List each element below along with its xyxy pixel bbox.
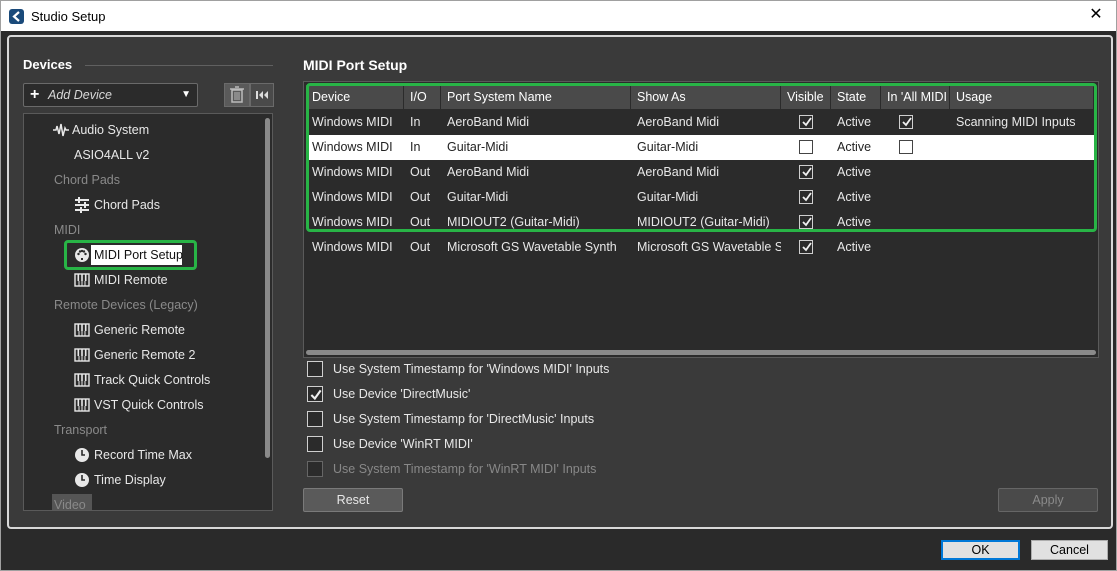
reset-button[interactable]: Reset — [303, 488, 403, 512]
tree-item-label: ASIO4ALL v2 — [74, 148, 150, 162]
devices-divider — [85, 65, 273, 66]
table-hscrollbar[interactable] — [306, 350, 1096, 355]
cell-device: Windows MIDI — [312, 240, 393, 254]
checkbox[interactable] — [307, 411, 323, 427]
tree-category-video: Video — [52, 494, 92, 510]
window-title: Studio Setup — [31, 9, 106, 24]
tree-item-label: Record Time Max — [94, 448, 192, 462]
title-bar: Studio Setup ✕ — [0, 0, 1117, 31]
tree-item-label: Time Display — [94, 473, 166, 487]
cancel-button[interactable]: Cancel — [1031, 540, 1108, 560]
tree-item-label: Track Quick Controls — [94, 373, 211, 387]
clock-icon — [74, 472, 90, 488]
cell-usage — [950, 235, 1094, 260]
add-device-dropdown[interactable]: + Add Device ▼ — [23, 83, 198, 107]
tree-category-transport: Transport — [54, 423, 108, 437]
chevron-down-icon: ▼ — [181, 89, 191, 100]
remove-device-button[interactable] — [224, 83, 250, 107]
tree-category-chord-pads: Chord Pads — [54, 173, 121, 187]
checkbox[interactable] — [307, 436, 323, 452]
keyboard-icon — [74, 272, 90, 288]
highlight-ports — [306, 83, 1097, 232]
option-label: Use Device 'DirectMusic' — [333, 387, 471, 401]
apply-button[interactable]: Apply — [998, 488, 1098, 512]
chord-pads-icon — [74, 197, 90, 213]
studio-setup-panel: Devices + Add Device ▼ Audio System ASIO4… — [7, 35, 1113, 529]
keyboard-icon — [74, 347, 90, 363]
tree-scrollbar[interactable] — [265, 118, 270, 458]
waveform-icon — [52, 122, 69, 138]
trash-icon — [230, 86, 244, 103]
device-tree[interactable]: Audio System ASIO4ALL v2 Chord Pads Chord P… — [23, 113, 273, 511]
cell-state: Active — [837, 240, 872, 254]
checkbox[interactable] — [307, 361, 323, 377]
keyboard-icon — [74, 372, 90, 388]
plus-icon: + — [30, 86, 40, 103]
rewind-icon — [256, 91, 268, 99]
tree-item-label: Generic Remote 2 — [94, 348, 196, 362]
cell-port: Microsoft GS Wavetable Synth — [447, 240, 617, 254]
tree-item-label: MIDI Port Setup — [94, 248, 183, 262]
checkbox[interactable] — [307, 386, 323, 402]
reset-device-button[interactable] — [250, 83, 274, 107]
checkbox[interactable] — [307, 461, 323, 477]
keyboard-icon — [74, 322, 90, 338]
clock-icon — [74, 447, 90, 463]
tree-item-label: MIDI Remote — [94, 273, 168, 287]
tree-item-label: Generic Remote — [94, 323, 186, 337]
tree-category-midi: MIDI — [54, 223, 81, 237]
option-label: Use System Timestamp for 'WinRT MIDI' In… — [333, 462, 597, 476]
cell-show-as[interactable]: Microsoft GS Wavetable Synth — [631, 235, 781, 260]
tree-item-label: VST Quick Controls — [94, 398, 204, 412]
ok-button[interactable]: OK — [941, 540, 1020, 560]
option-label: Use Device 'WinRT MIDI' — [333, 437, 473, 451]
keyboard-icon — [74, 397, 90, 413]
option-label: Use System Timestamp for 'DirectMusic' I… — [333, 412, 595, 426]
close-icon[interactable]: ✕ — [1088, 7, 1104, 23]
midi-port-icon — [74, 247, 90, 263]
cell-io: Out — [410, 240, 431, 254]
tree-item-label: Audio System — [72, 123, 150, 137]
option-label: Use System Timestamp for 'Windows MIDI' … — [333, 362, 610, 376]
tree-category-remote-devices-legacy-: Remote Devices (Legacy) — [54, 298, 198, 312]
tree-item-label: Chord Pads — [94, 198, 161, 212]
midi-port-setup-title: MIDI Port Setup — [303, 57, 408, 73]
add-device-label: Add Device — [48, 88, 112, 102]
devices-title: Devices — [23, 57, 73, 72]
visible-checkbox[interactable] — [799, 240, 813, 254]
table-row[interactable]: Windows MIDI Out Microsoft GS Wavetable Sy… — [306, 235, 1096, 260]
cubase-app-icon — [9, 9, 24, 24]
dialog-body: Devices + Add Device ▼ Audio System ASIO4… — [0, 31, 1117, 571]
